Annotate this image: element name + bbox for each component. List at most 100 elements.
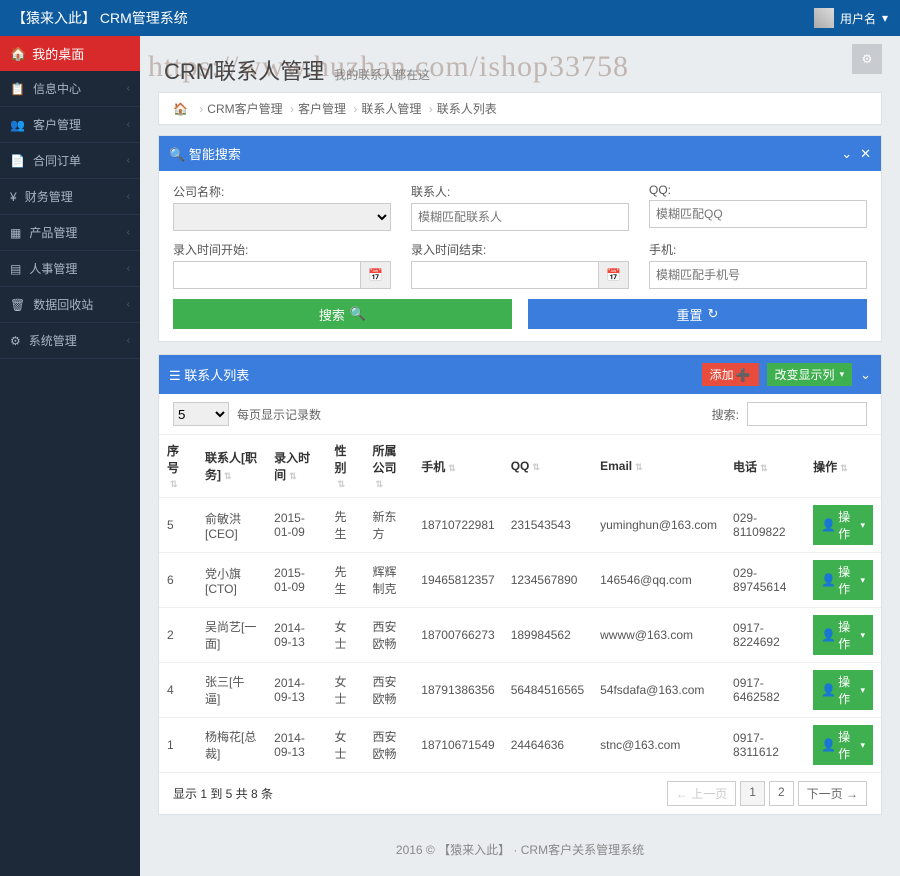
col-header[interactable]: Email⇅ <box>592 435 725 498</box>
sort-icon: ⇅ <box>760 463 768 473</box>
table-row: 6 党小旗[CTO] 2015-01-09 先生 辉辉制克 1946581235… <box>159 553 881 608</box>
search-panel-title: 智能搜索 <box>189 147 241 162</box>
chevron-right-icon: ‹ <box>127 119 130 130</box>
search-icon: 🔍 <box>169 147 185 162</box>
sidebar-dashboard[interactable]: 🏠 我的桌面 <box>0 36 140 71</box>
gear-icon: ⚙ <box>862 52 873 66</box>
menu-icon: 🗑 <box>10 298 25 312</box>
chevron-right-icon: ‹ <box>127 83 130 94</box>
columns-button[interactable]: 改变显示列 <box>767 363 853 386</box>
page-1[interactable]: 1 <box>740 781 765 806</box>
calendar-icon[interactable]: 📅 <box>599 261 629 289</box>
row-action-button[interactable]: 👤操作 <box>813 505 873 545</box>
sidebar-item-label: 信息中心 <box>33 80 81 97</box>
col-header[interactable]: 序号⇅ <box>159 435 197 498</box>
sidebar-item-label: 合同订单 <box>33 152 81 169</box>
sidebar-item-label: 产品管理 <box>29 224 77 241</box>
crumb-0[interactable]: CRM客户管理 <box>207 102 282 116</box>
menu-icon: 👥 <box>10 118 25 132</box>
sort-icon: ⇅ <box>532 462 540 472</box>
start-label: 录入时间开始: <box>173 241 391 258</box>
sort-icon: ⇅ <box>224 471 232 481</box>
crumb-1[interactable]: 客户管理 <box>298 102 346 116</box>
sort-icon: ⇅ <box>840 463 848 473</box>
row-action-button[interactable]: 👤操作 <box>813 670 873 710</box>
menu-icon: 📄 <box>10 154 25 168</box>
sidebar-item-6[interactable]: 🗑数据回收站‹ <box>0 287 140 323</box>
end-input[interactable] <box>411 261 599 289</box>
add-button[interactable]: 添加 ➕ <box>702 363 759 386</box>
sidebar-item-0[interactable]: 📋 信息中心 ‹ <box>0 71 140 107</box>
main: https://www.huzhan.com/ishop33758 ⚙ CRM联… <box>140 36 900 876</box>
search-panel: 🔍 智能搜索 ⌄ ✕ 公司名称: 联系人: QQ: 录入时间开始:📅 录入时间结… <box>158 135 882 342</box>
user-name: 用户名 <box>840 10 876 27</box>
table-footer: 显示 1 到 5 共 8 条 ← 上一页 1 2 下一页 → <box>159 773 881 814</box>
sidebar-item-7[interactable]: ⚙系统管理‹ <box>0 323 140 359</box>
collapse-icon[interactable]: ⌄ <box>841 146 852 162</box>
copyright: 2016 © 【猿来入此】 · CRM客户关系管理系统 <box>158 827 882 876</box>
pagesize-select[interactable]: 5 <box>173 402 229 426</box>
mobile-input[interactable] <box>649 261 867 289</box>
sidebar-item-5[interactable]: ▤人事管理‹ <box>0 251 140 287</box>
col-header[interactable]: 手机⇅ <box>413 435 502 498</box>
collapse-icon[interactable]: ⌄ <box>860 367 871 383</box>
sidebar-dashboard-label: 我的桌面 <box>32 44 84 63</box>
list-panel-title: 联系人列表 <box>184 368 249 383</box>
chevron-right-icon: ‹ <box>127 227 130 238</box>
col-header[interactable]: QQ⇅ <box>503 435 592 498</box>
page-title: CRM联系人管理 <box>164 54 324 86</box>
pagesize-label: 每页显示记录数 <box>237 406 321 423</box>
sidebar-item-label: 财务管理 <box>25 188 73 205</box>
chevron-right-icon: ‹ <box>127 155 130 166</box>
user-menu[interactable]: 用户名 ▾ <box>814 8 888 28</box>
sidebar-item-3[interactable]: ¥财务管理‹ <box>0 179 140 215</box>
page-2[interactable]: 2 <box>769 781 794 806</box>
home-icon: 🏠 <box>10 46 26 62</box>
company-select[interactable] <box>173 203 391 231</box>
col-header[interactable]: 性别⇅ <box>327 435 365 498</box>
page-subtitle: 我的联系人都在这 <box>334 66 430 83</box>
menu-icon: ▦ <box>10 226 21 240</box>
search-panel-head: 🔍 智能搜索 ⌄ ✕ <box>159 136 881 171</box>
col-header[interactable]: 电话⇅ <box>725 435 805 498</box>
sidebar-item-4[interactable]: ▦ 产品管理 ‹ <box>0 215 140 251</box>
row-action-button[interactable]: 👤操作 <box>813 560 873 600</box>
menu-icon: 📋 <box>10 82 25 96</box>
reset-button[interactable]: 重置 ↻ <box>528 299 867 329</box>
sidebar-item-label: 数据回收站 <box>33 296 93 313</box>
col-header[interactable]: 操作⇅ <box>805 435 881 498</box>
list-search-input[interactable] <box>747 402 867 426</box>
avatar <box>814 8 834 28</box>
row-action-button[interactable]: 👤操作 <box>813 725 873 765</box>
end-label: 录入时间结束: <box>411 241 629 258</box>
sidebar-item-1[interactable]: 👥客户管理‹ <box>0 107 140 143</box>
table-row: 4 张三[牛逼] 2014-09-13 女士 西安欧畅 18791386356 … <box>159 663 881 718</box>
next-button[interactable]: 下一页 → <box>798 781 867 806</box>
sort-icon: ⇅ <box>376 479 384 489</box>
col-header[interactable]: 录入时间⇅ <box>266 435 326 498</box>
list-panel-head: ☰ 联系人列表 添加 ➕ 改变显示列 ⌄ <box>159 355 881 394</box>
search-icon: 🔍 <box>350 306 366 322</box>
search-button[interactable]: 搜索 🔍 <box>173 299 512 329</box>
settings-button[interactable]: ⚙ <box>852 44 882 74</box>
col-header[interactable]: 联系人[职务]⇅ <box>197 435 266 498</box>
app-title: 【猿来入此】 CRM管理系统 <box>12 8 188 28</box>
contact-input[interactable] <box>411 203 629 231</box>
table-row: 2 吴尚艺[一面] 2014-09-13 女士 西安欧畅 18700766273… <box>159 608 881 663</box>
sidebar-item-2[interactable]: 📄 合同订单 ‹ <box>0 143 140 179</box>
list-panel: ☰ 联系人列表 添加 ➕ 改变显示列 ⌄ 5 每页显示记录数 搜索: 序号⇅联 <box>158 354 882 815</box>
col-header[interactable]: 所属公司⇅ <box>365 435 414 498</box>
crumb-3[interactable]: 联系人列表 <box>437 102 497 116</box>
row-action-button[interactable]: 👤操作 <box>813 615 873 655</box>
crumb-2[interactable]: 联系人管理 <box>361 102 421 116</box>
menu-icon: ▤ <box>10 262 21 276</box>
prev-button[interactable]: ← 上一页 <box>667 781 736 806</box>
close-icon[interactable]: ✕ <box>860 146 871 162</box>
qq-input[interactable] <box>649 200 867 228</box>
menu-icon: ¥ <box>10 190 17 204</box>
calendar-icon[interactable]: 📅 <box>361 261 391 289</box>
list-icon: ☰ <box>169 368 181 383</box>
user-icon: 👤 <box>821 518 836 532</box>
refresh-icon: ↻ <box>708 306 719 322</box>
start-input[interactable] <box>173 261 361 289</box>
